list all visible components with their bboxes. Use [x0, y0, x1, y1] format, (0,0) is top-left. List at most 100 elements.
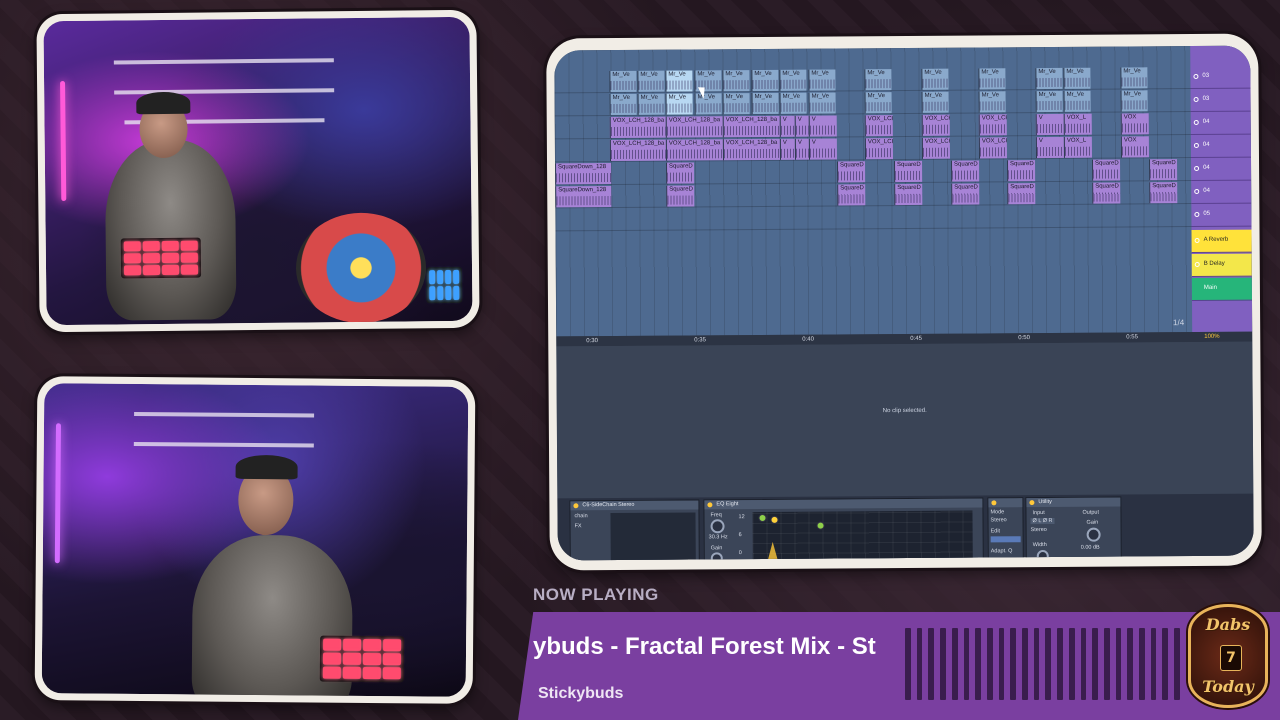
- eq-band-node[interactable]: [758, 513, 767, 523]
- arrangement-clip[interactable]: Mr_Ve: [921, 91, 949, 113]
- track-header[interactable]: 04: [1190, 111, 1251, 135]
- arrangement-clip[interactable]: VOX_LCH: [921, 114, 950, 136]
- arrangement-clip[interactable]: Mr_Ve: [665, 93, 693, 115]
- eq-adapt-q-toggle[interactable]: Adapt. Q: [991, 548, 1013, 554]
- arrangement-clip[interactable]: VOX_LCH: [978, 114, 1007, 136]
- track-activator-icon[interactable]: [1193, 119, 1199, 125]
- return-track-delay[interactable]: B Delay: [1191, 253, 1252, 277]
- arrangement-clip[interactable]: Mr_Ve: [779, 92, 807, 114]
- eq-mode-select[interactable]: Stereo: [991, 517, 1007, 523]
- eq-eight-device[interactable]: EQ Eight Freq 30.3 Hz Gain 12 6 0: [703, 497, 984, 561]
- arrangement-clip[interactable]: VOX_LCH_128_ba: [722, 138, 781, 161]
- track-activator-icon[interactable]: [1194, 188, 1200, 194]
- eq-freq-value[interactable]: 30.3 Hz: [709, 534, 728, 540]
- arrangement-clip[interactable]: Mr_Ve: [1120, 90, 1148, 112]
- arrangement-clip[interactable]: VOX_LCH_128_ba: [609, 116, 666, 139]
- arrangement-clip[interactable]: Mr_Ve: [921, 68, 949, 90]
- arrangement-clip[interactable]: SquareDown_128: [555, 186, 612, 208]
- arrangement-clip[interactable]: SquareD: [666, 162, 695, 184]
- eq-band-node[interactable]: [816, 521, 825, 530]
- utility-gain-value[interactable]: 0.00 dB: [1081, 545, 1100, 551]
- main-track[interactable]: Main: [1191, 277, 1252, 301]
- utility-phase-buttons[interactable]: Ø L Ø R: [1030, 517, 1055, 525]
- arrangement-view[interactable]: Mr_Ve Mr_Ve Mr_Ve Mr_Ve Mr_Ve Mr_Ve Mr_Ve Mr_Ve…: [554, 45, 1253, 337]
- arrangement-clip[interactable]: VOX_LCH_128_ba: [609, 139, 667, 162]
- arrangement-clip[interactable]: Mr_Ve: [722, 70, 750, 92]
- arrangement-clip[interactable]: Mr_Ve: [665, 70, 693, 92]
- arrangement-clip[interactable]: SquareD: [951, 160, 980, 182]
- arrangement-clip[interactable]: Mr_Ve: [1035, 90, 1063, 113]
- arrangement-clip[interactable]: VOX_L: [1063, 113, 1092, 135]
- arrangement-clip[interactable]: VOX_L: [1063, 136, 1092, 158]
- utility-width-knob[interactable]: [1036, 549, 1049, 561]
- sidechain-device[interactable]: C6-SideChain Stereo chain FX: [569, 499, 700, 561]
- arrangement-clip[interactable]: Mr_Ve: [722, 93, 750, 115]
- arrangement-clip[interactable]: Mr_Ve: [978, 91, 1006, 113]
- track-lane[interactable]: [555, 203, 1192, 232]
- arrangement-clip[interactable]: SquareD: [1007, 183, 1036, 205]
- arrangement-clip[interactable]: SquareD: [666, 185, 695, 207]
- arrangement-clip[interactable]: SquareD: [894, 160, 923, 183]
- arrangement-clip[interactable]: VOX_LCH: [864, 115, 893, 137]
- sidechain-fx-label[interactable]: FX: [575, 523, 582, 529]
- eq-band-node[interactable]: [770, 515, 779, 524]
- arrangement-clip[interactable]: Mr_Ve: [1035, 67, 1063, 90]
- arrangement-clip[interactable]: SquareD: [894, 183, 923, 206]
- arrangement-clip[interactable]: Mr_Ve: [637, 93, 665, 115]
- arrangement-clip[interactable]: Mr_Ve: [751, 69, 779, 92]
- arrangement-clip[interactable]: V: [794, 138, 810, 160]
- arrangement-clip[interactable]: V: [808, 115, 837, 137]
- arrangement-clip[interactable]: Mr_Ve: [779, 69, 807, 91]
- arrangement-clip[interactable]: SquareD: [837, 161, 866, 183]
- arrangement-clip[interactable]: V: [1035, 113, 1064, 136]
- arrangement-clip[interactable]: SquareD: [1007, 160, 1036, 182]
- arrangement-clip[interactable]: VOX_LCH_128_ba: [665, 139, 724, 161]
- arrangement-clip[interactable]: Mr_Ve: [751, 92, 779, 115]
- utility-channel-mode[interactable]: Stereo: [1031, 527, 1047, 533]
- utility-device[interactable]: Utility Input Ø L Ø R Stereo Width Outpu…: [1025, 496, 1122, 561]
- arrangement-clip[interactable]: VOX_LCH_128_ba: [722, 115, 780, 138]
- arrangement-clip[interactable]: V: [808, 138, 838, 160]
- utility-title[interactable]: Utility: [1026, 497, 1121, 508]
- arrangement-clip[interactable]: SquareD: [837, 184, 866, 206]
- arrangement-clip[interactable]: SquareDown_128: [555, 163, 612, 185]
- arrangement-clip[interactable]: SquareD: [1092, 182, 1121, 204]
- track-activator-icon[interactable]: [1193, 142, 1199, 148]
- arrangement-clip[interactable]: Mr_Ve: [1120, 67, 1148, 89]
- eq-edit-toggle[interactable]: [990, 536, 1021, 543]
- eq-freq-knob[interactable]: [710, 519, 725, 534]
- arrangement-clip[interactable]: V: [779, 138, 796, 160]
- track-header[interactable]: 03: [1190, 65, 1251, 89]
- arrangement-clip[interactable]: Mr_Ve: [1063, 67, 1091, 89]
- arrangement-clip[interactable]: Mr_Ve: [808, 92, 836, 114]
- eq-side-panel[interactable]: Mode Stereo Edit Adapt. Q: [987, 497, 1024, 561]
- track-activator-icon[interactable]: [1194, 261, 1200, 267]
- arrangement-clip[interactable]: SquareD: [1149, 182, 1178, 204]
- utility-gain-knob[interactable]: [1086, 527, 1101, 542]
- sidechain-device-title[interactable]: C6-SideChain Stereo: [570, 500, 699, 511]
- arrangement-clip[interactable]: Mr_Ve: [864, 92, 892, 114]
- arrangement-clip[interactable]: Mr_Ve: [609, 70, 637, 93]
- arrangement-clip[interactable]: V: [779, 115, 795, 137]
- arrangement-clip[interactable]: VOX_LCH: [921, 137, 951, 159]
- arrangement-clip[interactable]: VOX_LCH: [978, 137, 1007, 159]
- eq-display[interactable]: [752, 510, 973, 561]
- track-header[interactable]: 04: [1191, 180, 1252, 204]
- arrangement-clip[interactable]: VOX_LCH_128_ba: [665, 116, 723, 138]
- return-track-reverb[interactable]: A Reverb: [1191, 229, 1252, 253]
- arrangement-clip[interactable]: SquareD: [951, 183, 980, 205]
- arrangement-clip[interactable]: Mr_Ve: [609, 93, 637, 116]
- arrangement-clip[interactable]: V: [1035, 136, 1064, 159]
- arrangement-clip[interactable]: VOX_LCH: [864, 138, 894, 160]
- arrangement-clip[interactable]: Mr_Ve: [978, 68, 1006, 90]
- zoom-readout[interactable]: 100%: [1204, 334, 1219, 340]
- track-header[interactable]: 03: [1190, 88, 1251, 112]
- arrangement-clip[interactable]: Mr_Ve: [808, 69, 836, 91]
- arrangement-clip[interactable]: VOX: [1120, 136, 1149, 158]
- eq-eight-title[interactable]: EQ Eight: [704, 498, 983, 510]
- track-activator-icon[interactable]: [1193, 96, 1199, 102]
- arrangement-clip[interactable]: VOX: [1120, 113, 1149, 135]
- track-header[interactable]: 04: [1190, 134, 1252, 158]
- arrangement-clip[interactable]: SquareD: [1092, 159, 1121, 181]
- arrangement-clip[interactable]: V: [794, 115, 809, 137]
